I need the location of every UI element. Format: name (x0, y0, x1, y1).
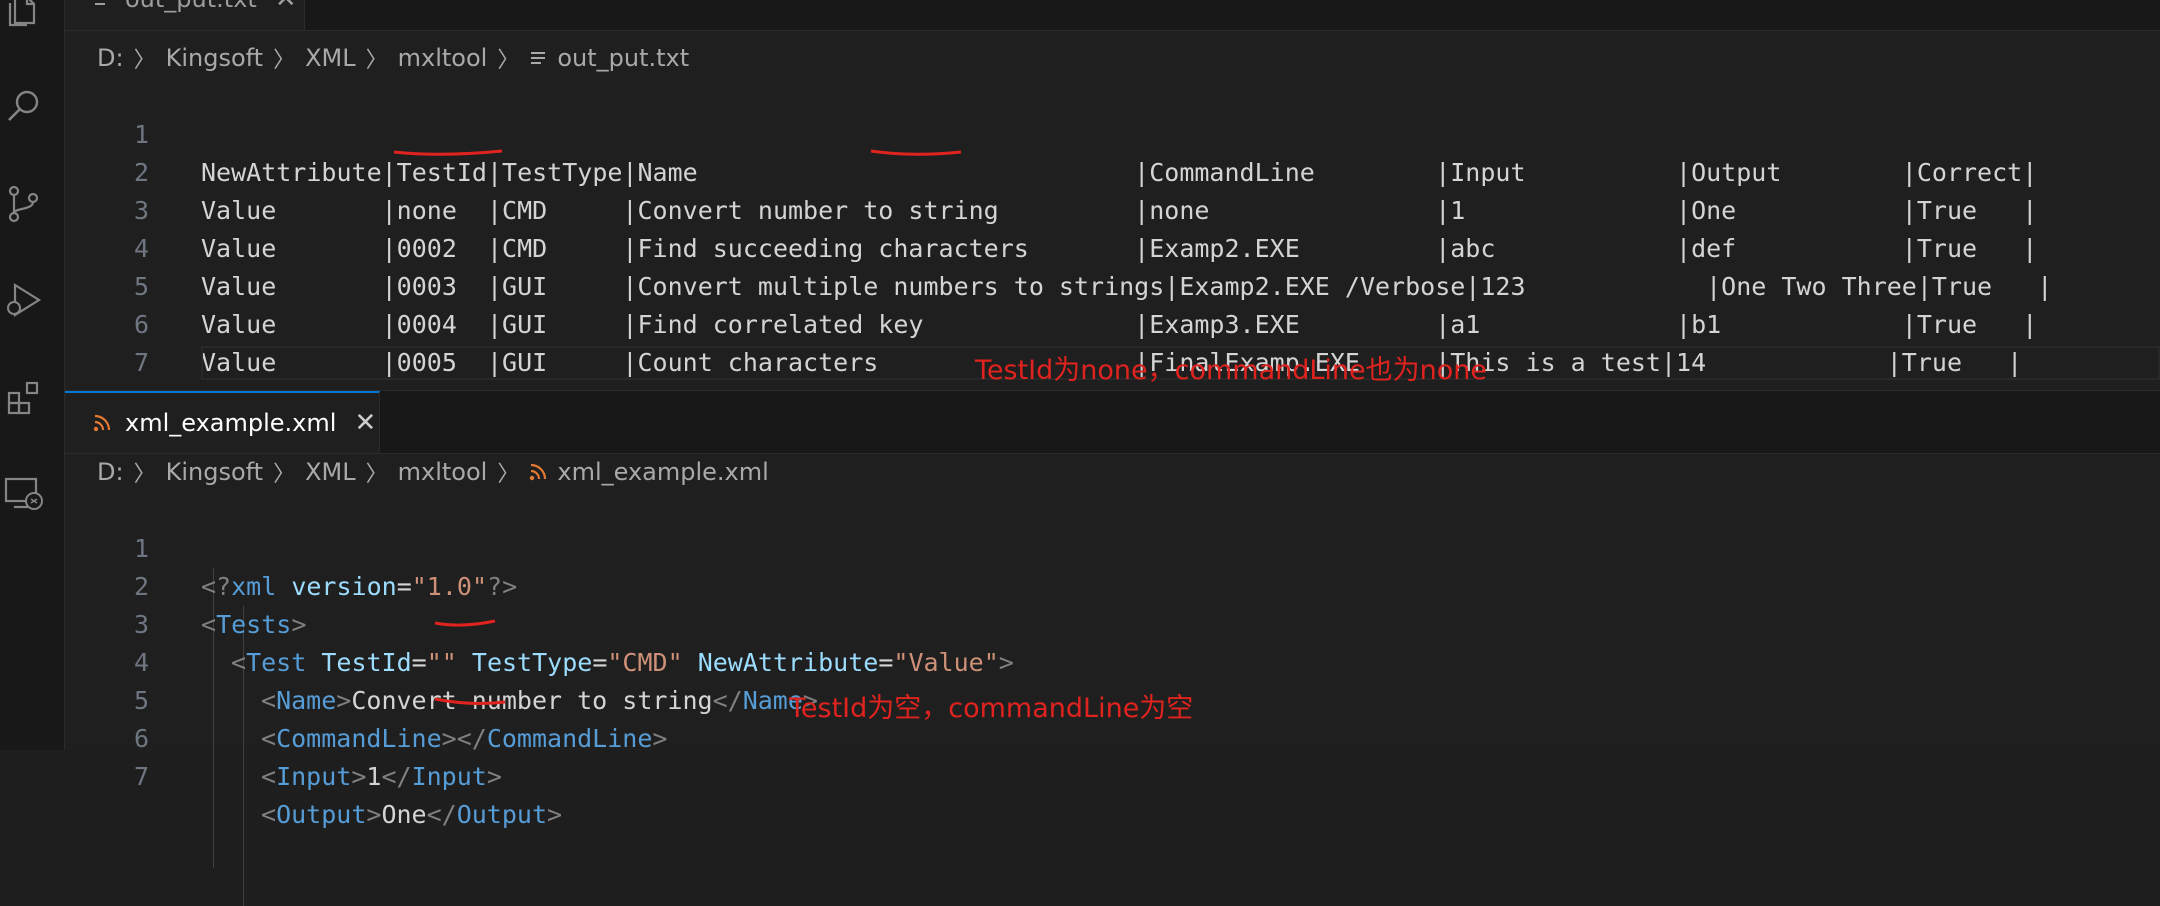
chevron-right-icon: 〉 (273, 462, 296, 487)
token-punct: > (547, 800, 563, 829)
annotation-note: TestId为none，commandLine也为none (975, 355, 1488, 386)
activity-bar (0, 0, 65, 750)
chevron-right-icon: 〉 (497, 462, 520, 487)
breadcrumb-folder[interactable]: XML (305, 458, 356, 486)
rss-icon (93, 414, 111, 432)
breadcrumb-folder[interactable]: Kingsoft (166, 44, 263, 72)
top-tab-bar: out_put.txt ✕ (65, 0, 2160, 31)
tab-label: out_put.txt (125, 0, 257, 13)
breadcrumb: D: 〉 Kingsoft 〉 XML 〉 mxltool 〉 out_put.… (65, 38, 2160, 78)
tab-xml-example-xml[interactable]: xml_example.xml ✕ (65, 391, 380, 453)
token-punct: </ (381, 762, 412, 791)
token-punct: > (351, 762, 367, 791)
chevron-right-icon: 〉 (365, 48, 388, 73)
run-debug-icon[interactable] (0, 272, 48, 328)
code-line: 4 <Name>Convert number to string</Name> (65, 606, 2160, 715)
token-punct: > (366, 800, 382, 829)
token-punct: > (486, 762, 502, 791)
close-icon[interactable]: ✕ (354, 408, 376, 438)
remote-explorer-icon[interactable] (0, 466, 48, 522)
chevron-right-icon: 〉 (273, 48, 296, 73)
top-editor-group: out_put.txt ✕ D: 〉 Kingsoft 〉 XML 〉 mxlt… (65, 0, 2160, 453)
code-line: 5 <CommandLine></CommandLine> (65, 644, 2160, 753)
rss-icon (529, 463, 547, 481)
token-punct: </ (426, 800, 457, 829)
annotation-note: TestId为空，commandLine为空 (789, 693, 1194, 724)
extensions-icon[interactable] (0, 370, 48, 426)
red-underline-annotation (434, 619, 496, 627)
breadcrumb-drive[interactable]: D: (97, 458, 124, 486)
code-line: 7 Value |0006 |GUI |Another Test |Examp2… (65, 306, 2160, 415)
chevron-right-icon: 〉 (497, 48, 520, 73)
code-line: 3 Value |0002 |CMD |Find succeeding char… (65, 154, 2160, 263)
breadcrumb-drive[interactable]: D: (97, 44, 124, 72)
close-icon[interactable]: ✕ (275, 0, 297, 14)
code-line: 3 <Test TestId="" TestType="CMD" NewAttr… (65, 568, 2160, 677)
bottom-editor-group: xml_example.xml ✕ D: 〉 Kingsoft 〉 XML 〉 … (65, 390, 2160, 906)
token-tag: Input (276, 762, 352, 791)
search-icon[interactable] (0, 78, 48, 134)
token-punct: < (261, 762, 277, 791)
chevron-right-icon: 〉 (365, 462, 388, 487)
token-tag: Input (411, 762, 487, 791)
tab-label: xml_example.xml (125, 409, 337, 437)
code-line: 5 Value |0004 |GUI |Find correlated key … (65, 230, 2160, 339)
code-line: 1 <?xml version="1.0"?> (65, 492, 2160, 601)
code-line: 4 Value |0003 |GUI |Convert multiple num… (65, 192, 2160, 301)
token-punct: < (261, 800, 277, 829)
token-text: 1 (366, 762, 382, 791)
code-line: 2 Value |none |CMD |Convert number to st… (65, 116, 2160, 225)
chevron-right-icon: 〉 (133, 48, 156, 73)
breadcrumb: D: 〉 Kingsoft 〉 XML 〉 mxltool 〉 xml_exam… (65, 452, 2160, 492)
breadcrumb-folder[interactable]: mxltool (398, 458, 488, 486)
chevron-right-icon: 〉 (133, 462, 156, 487)
breadcrumb-file[interactable]: out_put.txt (557, 44, 689, 72)
text-file-icon (529, 49, 547, 67)
bottom-tab-bar: xml_example.xml ✕ (65, 390, 2160, 454)
tab-out-put-txt[interactable]: out_put.txt ✕ (65, 0, 305, 30)
breadcrumb-folder[interactable]: XML (305, 44, 356, 72)
red-underline-annotation (393, 149, 503, 156)
red-underline-annotation (434, 697, 506, 705)
breadcrumb-folder[interactable]: Kingsoft (166, 458, 263, 486)
token-tag: Output (456, 800, 548, 829)
code-line: 2 <Tests> (65, 530, 2160, 639)
line-content: <Output>One</Output> (261, 796, 562, 834)
explorer-icon[interactable] (0, 0, 48, 38)
source-control-icon[interactable] (0, 176, 48, 232)
code-line: 6 Value |0005 |GUI |Count characters |Fi… (65, 268, 2160, 377)
breadcrumb-folder[interactable]: mxltool (398, 44, 488, 72)
line-number: 7 (133, 762, 149, 791)
line-content: <Input>1</Input> (261, 758, 502, 796)
token-tag: Output (276, 800, 367, 829)
token-text: One (381, 800, 427, 829)
code-line: 1 NewAttribute|TestId|TestType|Name |Com… (65, 78, 2160, 187)
red-underline-annotation (870, 149, 962, 156)
breadcrumb-file[interactable]: xml_example.xml (557, 458, 768, 486)
code-line: 7 <Output>One</Output> (65, 720, 2160, 829)
text-file-icon (93, 0, 111, 8)
